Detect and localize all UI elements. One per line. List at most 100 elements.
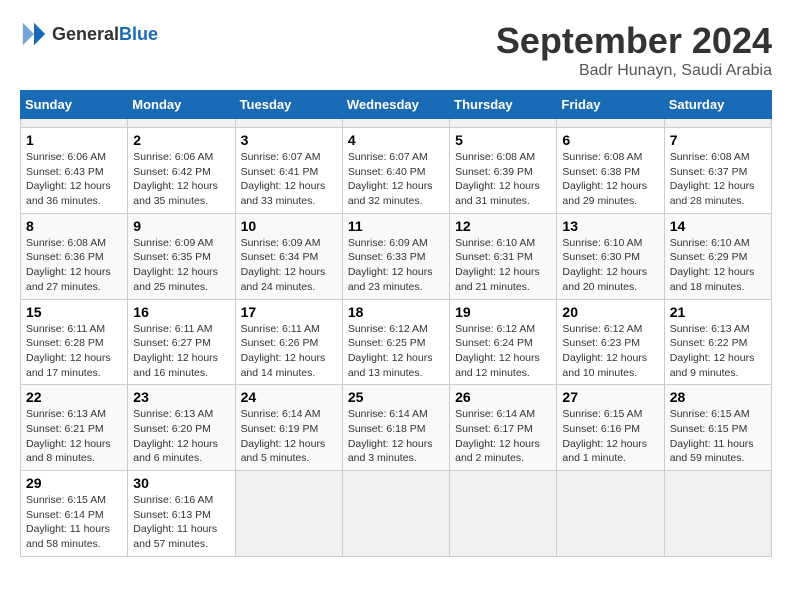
calendar-cell: 19 Sunrise: 6:12 AMSunset: 6:24 PMDayligh…: [450, 299, 557, 385]
day-info: Sunrise: 6:08 AMSunset: 6:37 PMDaylight:…: [670, 150, 766, 209]
day-info: Sunrise: 6:12 AMSunset: 6:24 PMDaylight:…: [455, 322, 551, 381]
day-info: Sunrise: 6:14 AMSunset: 6:18 PMDaylight:…: [348, 407, 444, 466]
calendar-cell: 22 Sunrise: 6:13 AMSunset: 6:21 PMDayligh…: [21, 385, 128, 471]
calendar-cell: [235, 471, 342, 557]
day-number: 14: [670, 218, 766, 234]
calendar-header-row: SundayMondayTuesdayWednesdayThursdayFrid…: [21, 91, 772, 119]
calendar-header-sunday: Sunday: [21, 91, 128, 119]
day-info: Sunrise: 6:09 AMSunset: 6:35 PMDaylight:…: [133, 236, 229, 295]
day-info: Sunrise: 6:07 AMSunset: 6:40 PMDaylight:…: [348, 150, 444, 209]
day-info: Sunrise: 6:15 AMSunset: 6:16 PMDaylight:…: [562, 407, 658, 466]
calendar-cell: 8 Sunrise: 6:08 AMSunset: 6:36 PMDaylight…: [21, 213, 128, 299]
calendar-cell: 13 Sunrise: 6:10 AMSunset: 6:30 PMDayligh…: [557, 213, 664, 299]
day-number: 22: [26, 389, 122, 405]
logo-text-general: General: [52, 24, 119, 44]
calendar-cell: [450, 471, 557, 557]
calendar-cell: 29 Sunrise: 6:15 AMSunset: 6:14 PMDayligh…: [21, 471, 128, 557]
calendar-cell: 15Sunrise: 6:11 AMSunset: 6:28 PMDayligh…: [21, 299, 128, 385]
calendar-cell: 6 Sunrise: 6:08 AMSunset: 6:38 PMDaylight…: [557, 128, 664, 214]
day-number: 9: [133, 218, 229, 234]
day-number: 17: [241, 304, 337, 320]
day-number: 25: [348, 389, 444, 405]
calendar-header-wednesday: Wednesday: [342, 91, 449, 119]
calendar-cell: 16 Sunrise: 6:11 AMSunset: 6:27 PMDayligh…: [128, 299, 235, 385]
calendar-cell: 18Sunrise: 6:12 AMSunset: 6:25 PMDayligh…: [342, 299, 449, 385]
day-info: Sunrise: 6:10 AMSunset: 6:30 PMDaylight:…: [562, 236, 658, 295]
calendar-cell: 1 Sunrise: 6:06 AMSunset: 6:43 PMDaylight…: [21, 128, 128, 214]
calendar-week-row: 22 Sunrise: 6:13 AMSunset: 6:21 PMDayligh…: [21, 385, 772, 471]
day-number: 24: [241, 389, 337, 405]
day-number: 7: [670, 132, 766, 148]
day-number: 5: [455, 132, 551, 148]
day-number: 28: [670, 389, 766, 405]
calendar-cell: 2 Sunrise: 6:06 AMSunset: 6:42 PMDaylight…: [128, 128, 235, 214]
day-info: Sunrise: 6:06 AMSunset: 6:43 PMDaylight:…: [26, 150, 122, 209]
calendar-cell: 12 Sunrise: 6:10 AMSunset: 6:31 PMDayligh…: [450, 213, 557, 299]
calendar-cell: 20Sunrise: 6:12 AMSunset: 6:23 PMDayligh…: [557, 299, 664, 385]
day-number: 16: [133, 304, 229, 320]
calendar-cell: [235, 119, 342, 128]
day-number: 13: [562, 218, 658, 234]
calendar-table: SundayMondayTuesdayWednesdayThursdayFrid…: [20, 90, 772, 557]
calendar-week-row: 29 Sunrise: 6:15 AMSunset: 6:14 PMDayligh…: [21, 471, 772, 557]
calendar-header-monday: Monday: [128, 91, 235, 119]
day-info: Sunrise: 6:08 AMSunset: 6:36 PMDaylight:…: [26, 236, 122, 295]
day-number: 1: [26, 132, 122, 148]
logo: GeneralBlue: [20, 20, 158, 48]
day-info: Sunrise: 6:15 AMSunset: 6:14 PMDaylight:…: [26, 493, 122, 552]
calendar-cell: 4 Sunrise: 6:07 AMSunset: 6:40 PMDaylight…: [342, 128, 449, 214]
logo-text-blue: Blue: [119, 24, 158, 44]
day-info: Sunrise: 6:11 AMSunset: 6:27 PMDaylight:…: [133, 322, 229, 381]
day-number: 3: [241, 132, 337, 148]
day-info: Sunrise: 6:13 AMSunset: 6:22 PMDaylight:…: [670, 322, 766, 381]
calendar-cell: 10Sunrise: 6:09 AMSunset: 6:34 PMDayligh…: [235, 213, 342, 299]
day-info: Sunrise: 6:08 AMSunset: 6:38 PMDaylight:…: [562, 150, 658, 209]
day-info: Sunrise: 6:14 AMSunset: 6:17 PMDaylight:…: [455, 407, 551, 466]
day-info: Sunrise: 6:08 AMSunset: 6:39 PMDaylight:…: [455, 150, 551, 209]
day-number: 4: [348, 132, 444, 148]
calendar-cell: 24 Sunrise: 6:14 AMSunset: 6:19 PMDayligh…: [235, 385, 342, 471]
day-number: 2: [133, 132, 229, 148]
calendar-week-row: 15Sunrise: 6:11 AMSunset: 6:28 PMDayligh…: [21, 299, 772, 385]
day-info: Sunrise: 6:07 AMSunset: 6:41 PMDaylight:…: [241, 150, 337, 209]
calendar-cell: 7 Sunrise: 6:08 AMSunset: 6:37 PMDaylight…: [664, 128, 771, 214]
calendar-cell: 21 Sunrise: 6:13 AMSunset: 6:22 PMDayligh…: [664, 299, 771, 385]
calendar-cell: 23Sunrise: 6:13 AMSunset: 6:20 PMDayligh…: [128, 385, 235, 471]
day-number: 10: [241, 218, 337, 234]
day-info: Sunrise: 6:10 AMSunset: 6:31 PMDaylight:…: [455, 236, 551, 295]
calendar-week-row: 8 Sunrise: 6:08 AMSunset: 6:36 PMDaylight…: [21, 213, 772, 299]
day-info: Sunrise: 6:13 AMSunset: 6:21 PMDaylight:…: [26, 407, 122, 466]
calendar-cell: 26 Sunrise: 6:14 AMSunset: 6:17 PMDayligh…: [450, 385, 557, 471]
calendar-cell: 25 Sunrise: 6:14 AMSunset: 6:18 PMDayligh…: [342, 385, 449, 471]
calendar-cell: 11Sunrise: 6:09 AMSunset: 6:33 PMDayligh…: [342, 213, 449, 299]
day-number: 30: [133, 475, 229, 491]
day-number: 26: [455, 389, 551, 405]
calendar-cell: [21, 119, 128, 128]
day-info: Sunrise: 6:16 AMSunset: 6:13 PMDaylight:…: [133, 493, 229, 552]
location-title: Badr Hunayn, Saudi Arabia: [496, 62, 772, 80]
logo-icon: [20, 20, 48, 48]
day-info: Sunrise: 6:14 AMSunset: 6:19 PMDaylight:…: [241, 407, 337, 466]
calendar-cell: [342, 471, 449, 557]
calendar-header-saturday: Saturday: [664, 91, 771, 119]
calendar-cell: 5 Sunrise: 6:08 AMSunset: 6:39 PMDaylight…: [450, 128, 557, 214]
day-info: Sunrise: 6:12 AMSunset: 6:23 PMDaylight:…: [562, 322, 658, 381]
calendar-cell: 28Sunrise: 6:15 AMSunset: 6:15 PMDayligh…: [664, 385, 771, 471]
calendar-header-tuesday: Tuesday: [235, 91, 342, 119]
day-number: 8: [26, 218, 122, 234]
day-number: 21: [670, 304, 766, 320]
day-number: 12: [455, 218, 551, 234]
day-number: 29: [26, 475, 122, 491]
calendar-cell: [557, 471, 664, 557]
day-info: Sunrise: 6:06 AMSunset: 6:42 PMDaylight:…: [133, 150, 229, 209]
calendar-cell: 30 Sunrise: 6:16 AMSunset: 6:13 PMDayligh…: [128, 471, 235, 557]
day-info: Sunrise: 6:11 AMSunset: 6:28 PMDaylight:…: [26, 322, 122, 381]
day-info: Sunrise: 6:10 AMSunset: 6:29 PMDaylight:…: [670, 236, 766, 295]
calendar-cell: 17Sunrise: 6:11 AMSunset: 6:26 PMDayligh…: [235, 299, 342, 385]
day-number: 19: [455, 304, 551, 320]
day-number: 6: [562, 132, 658, 148]
calendar-cell: 9 Sunrise: 6:09 AMSunset: 6:35 PMDaylight…: [128, 213, 235, 299]
calendar-cell: [342, 119, 449, 128]
day-number: 23: [133, 389, 229, 405]
calendar-cell: 3 Sunrise: 6:07 AMSunset: 6:41 PMDaylight…: [235, 128, 342, 214]
